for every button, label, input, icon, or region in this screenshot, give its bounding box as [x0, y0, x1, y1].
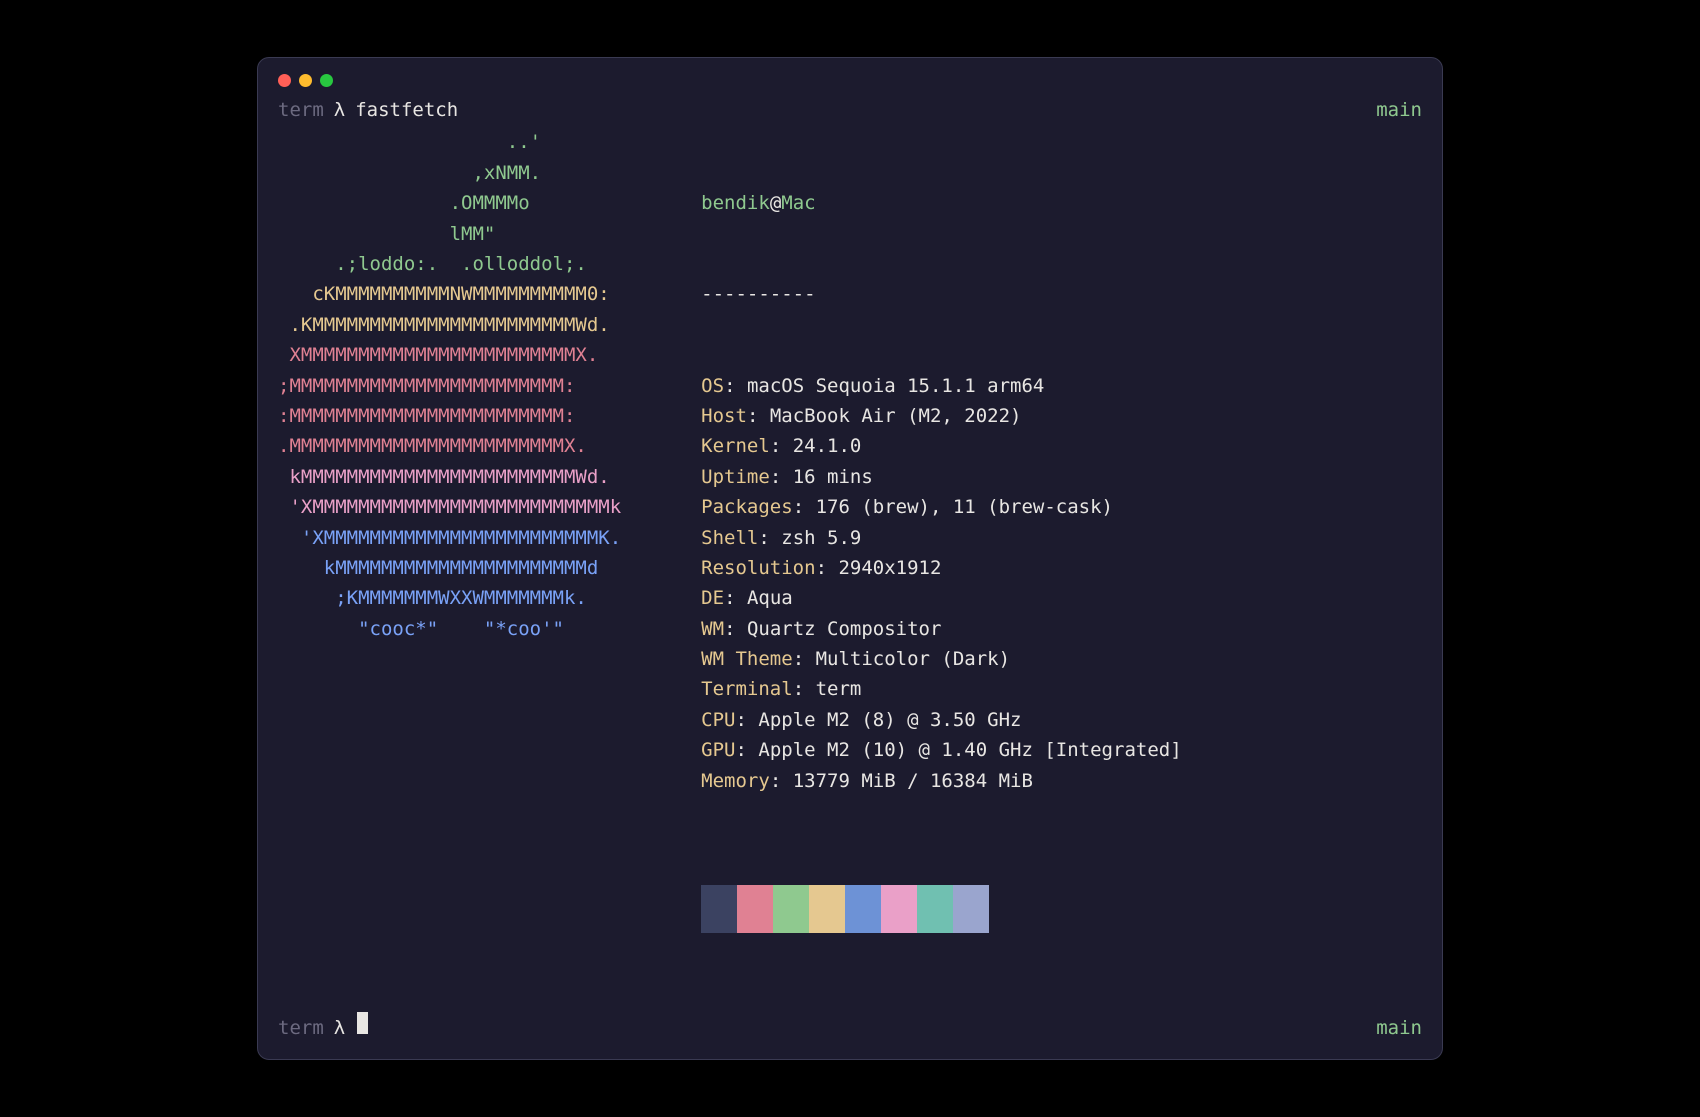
fastfetch-output: ..' ,xNMM. .OMMMMo lMM" .;loddo:. .ollod… — [278, 127, 1422, 993]
color-palette — [701, 885, 1181, 933]
prompt-symbol: λ — [334, 99, 345, 121]
prompt-line-1: term λ fastfetch main — [278, 99, 1422, 121]
info-key: DE — [701, 587, 724, 609]
info-key: CPU — [701, 709, 735, 731]
info-row: GPU: Apple M2 (10) @ 1.40 GHz [Integrate… — [701, 735, 1181, 765]
terminal-window[interactable]: term λ fastfetch main ..' ,xNMM. .OMMMMo… — [257, 57, 1443, 1059]
info-row: Packages: 176 (brew), 11 (brew-cask) — [701, 492, 1181, 522]
prompt-symbol: λ — [334, 1017, 345, 1039]
info-value: Apple M2 (10) @ 1.40 GHz [Integrated] — [758, 739, 1181, 761]
info-value: term — [816, 678, 862, 700]
info-key: WM Theme — [701, 648, 793, 670]
ascii-line: 'XMMMMMMMMMMMMMMMMMMMMMMMMMMk — [278, 492, 621, 522]
minimize-icon[interactable] — [299, 74, 312, 87]
ascii-line: cKMMMMMMMMMMNWMMMMMMMMMM0: — [278, 279, 621, 309]
ascii-line: ;KMMMMMMMWXXWMMMMMMMk. — [278, 583, 621, 613]
git-branch: main — [1376, 1017, 1422, 1039]
info-row: CPU: Apple M2 (8) @ 3.50 GHz — [701, 705, 1181, 735]
info-key: Kernel — [701, 435, 770, 457]
info-row: Kernel: 24.1.0 — [701, 431, 1181, 461]
info-key: OS — [701, 375, 724, 397]
ascii-line: .;loddo:. .olloddol;. — [278, 249, 621, 279]
ascii-line: 'XMMMMMMMMMMMMMMMMMMMMMMMMK. — [278, 523, 621, 553]
info-row: Shell: zsh 5.9 — [701, 523, 1181, 553]
color-swatch — [845, 885, 881, 933]
info-row: Memory: 13779 MiB / 16384 MiB — [701, 766, 1181, 796]
info-key: GPU — [701, 739, 735, 761]
color-swatch — [917, 885, 953, 933]
info-key: Resolution — [701, 557, 815, 579]
hostname: Mac — [781, 192, 815, 214]
info-key: Memory — [701, 770, 770, 792]
at-separator: @ — [770, 192, 781, 214]
prompt-context: term — [278, 1017, 324, 1039]
zoom-icon[interactable] — [320, 74, 333, 87]
info-key: Packages — [701, 496, 793, 518]
ascii-line: ,xNMM. — [278, 158, 621, 188]
info-value: 176 (brew), 11 (brew-cask) — [816, 496, 1113, 518]
git-branch: main — [1376, 99, 1422, 121]
info-row: Host: MacBook Air (M2, 2022) — [701, 401, 1181, 431]
system-info: bendik@Mac ---------- OS: macOS Sequoia … — [701, 127, 1181, 993]
info-value: 24.1.0 — [793, 435, 862, 457]
color-swatch — [881, 885, 917, 933]
info-value: Apple M2 (8) @ 3.50 GHz — [758, 709, 1021, 731]
ascii-logo: ..' ,xNMM. .OMMMMo lMM" .;loddo:. .ollod… — [278, 127, 621, 993]
info-row: WM Theme: Multicolor (Dark) — [701, 644, 1181, 674]
ascii-line: ..' — [278, 127, 621, 157]
username: bendik — [701, 192, 770, 214]
ascii-line: "cooc*" "*coo'" — [278, 614, 621, 644]
info-value: 13779 MiB / 16384 MiB — [793, 770, 1033, 792]
color-swatch — [809, 885, 845, 933]
info-value: Aqua — [747, 587, 793, 609]
ascii-line: kMMMMMMMMMMMMMMMMMMMMMMMMWd. — [278, 462, 621, 492]
prompt-context: term — [278, 99, 324, 121]
color-swatch — [737, 885, 773, 933]
info-row: OS: macOS Sequoia 15.1.1 arm64 — [701, 371, 1181, 401]
ascii-line: .OMMMMo — [278, 188, 621, 218]
ascii-line: .MMMMMMMMMMMMMMMMMMMMMMMMX. — [278, 431, 621, 461]
color-swatch — [953, 885, 989, 933]
info-value: Quartz Compositor — [747, 618, 941, 640]
info-row: DE: Aqua — [701, 583, 1181, 613]
info-key: Terminal — [701, 678, 793, 700]
info-value: zsh 5.9 — [781, 527, 861, 549]
separator-line: ---------- — [701, 279, 1181, 309]
info-value: MacBook Air (M2, 2022) — [770, 405, 1022, 427]
info-row: Resolution: 2940x1912 — [701, 553, 1181, 583]
close-icon[interactable] — [278, 74, 291, 87]
info-row: Terminal: term — [701, 674, 1181, 704]
ascii-line: XMMMMMMMMMMMMMMMMMMMMMMMMX. — [278, 340, 621, 370]
info-value: 2940x1912 — [838, 557, 941, 579]
ascii-line: kMMMMMMMMMMMMMMMMMMMMMMd — [278, 553, 621, 583]
info-key: Shell — [701, 527, 758, 549]
info-key: Uptime — [701, 466, 770, 488]
info-value: Multicolor (Dark) — [816, 648, 1010, 670]
ascii-line: .KMMMMMMMMMMMMMMMMMMMMMMMWd. — [278, 310, 621, 340]
info-row: Uptime: 16 mins — [701, 462, 1181, 492]
info-value: macOS Sequoia 15.1.1 arm64 — [747, 375, 1044, 397]
prompt-line-2: term λ main — [278, 1012, 1422, 1039]
ascii-line: ;MMMMMMMMMMMMMMMMMMMMMMMM: — [278, 371, 621, 401]
color-swatch — [773, 885, 809, 933]
info-value: 16 mins — [793, 466, 873, 488]
prompt-command[interactable]: fastfetch — [355, 99, 458, 121]
traffic-lights — [278, 74, 1422, 87]
user-host-line: bendik@Mac — [701, 188, 1181, 218]
color-swatch — [701, 885, 737, 933]
info-key: Host — [701, 405, 747, 427]
ascii-line: lMM" — [278, 219, 621, 249]
info-key: WM — [701, 618, 724, 640]
ascii-line: :MMMMMMMMMMMMMMMMMMMMMMMM: — [278, 401, 621, 431]
info-row: WM: Quartz Compositor — [701, 614, 1181, 644]
cursor[interactable] — [357, 1012, 368, 1034]
